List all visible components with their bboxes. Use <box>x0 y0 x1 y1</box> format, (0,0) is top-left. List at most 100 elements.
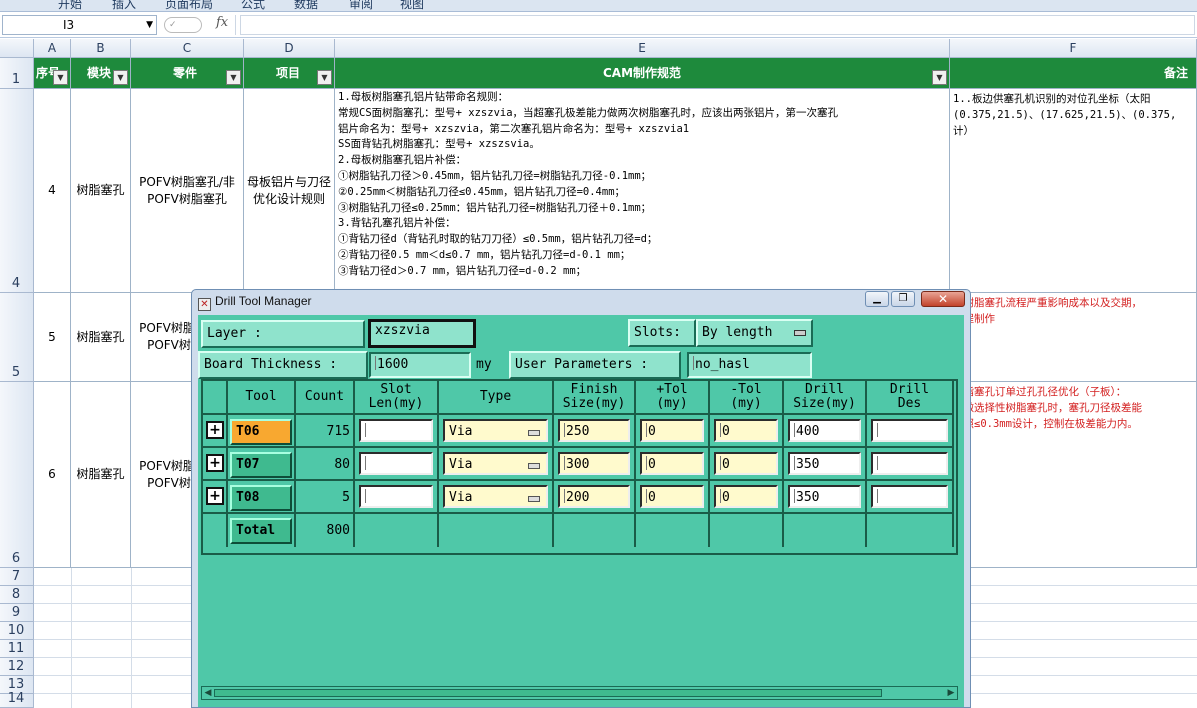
scrollbar-thumb[interactable] <box>214 689 882 697</box>
total-label: Total <box>230 518 292 544</box>
cell-part[interactable]: POFV树脂塞孔/非POFV树脂塞孔 <box>131 89 244 293</box>
ribbon-tab-data[interactable]: 数据 <box>294 0 318 11</box>
insert-function-icon[interactable]: fx <box>216 15 228 30</box>
finish-size-cell: 250 <box>554 415 636 448</box>
header-cell-item[interactable]: 项目 ▼ <box>244 58 335 89</box>
finish-size-input[interactable]: 200 <box>558 485 630 508</box>
cell-module[interactable]: 树脂塞孔 <box>71 89 131 293</box>
plus-tol-input[interactable]: 0 <box>640 419 704 442</box>
column-header-b[interactable]: B <box>71 39 131 58</box>
scroll-right-icon[interactable]: ▶ <box>945 687 957 699</box>
filter-dropdown-icon[interactable]: ▼ <box>53 70 68 85</box>
plus-tol-input[interactable]: 0 <box>640 485 704 508</box>
expand-icon[interactable]: + <box>206 421 224 439</box>
formula-input[interactable] <box>240 15 1195 35</box>
header-cell-cam-spec[interactable]: CAM制作规范 ▼ <box>335 58 950 89</box>
drill-des-input[interactable] <box>871 485 948 508</box>
column-header-d[interactable]: D <box>244 39 335 58</box>
name-box[interactable]: I3 ▼ <box>2 15 157 35</box>
dialog-title: ✕ Drill Tool Manager <box>198 294 312 311</box>
filter-dropdown-icon[interactable]: ▼ <box>113 70 128 85</box>
type-select[interactable]: Via <box>443 485 548 508</box>
minimize-button[interactable]: ▁ <box>865 291 889 307</box>
drill-size-input[interactable]: 400 <box>788 419 861 442</box>
column-header-f[interactable]: F <box>950 39 1197 58</box>
row-header[interactable]: 11 <box>0 640 34 658</box>
drill-size-input[interactable]: 350 <box>788 485 861 508</box>
cell-remark[interactable]: 次树脂塞孔流程严重影响成本以及交期， 流程制作 <box>950 293 1197 382</box>
scroll-left-icon[interactable]: ◀ <box>202 687 214 699</box>
filter-dropdown-icon[interactable]: ▼ <box>226 70 241 85</box>
filter-dropdown-icon[interactable]: ▼ <box>932 70 947 85</box>
column-header-c[interactable]: C <box>131 39 244 58</box>
board-thickness-input[interactable]: 1600 <box>369 352 471 378</box>
finish-size-input[interactable]: 300 <box>558 452 630 475</box>
slot-len-input[interactable] <box>359 485 433 508</box>
drill-size-input[interactable]: 350 <box>788 452 861 475</box>
row-header[interactable]: 8 <box>0 586 34 604</box>
row-header[interactable]: 6 <box>0 382 34 568</box>
minus-tol-input[interactable]: 0 <box>714 452 778 475</box>
filter-dropdown-icon[interactable]: ▼ <box>317 70 332 85</box>
finish-size-input[interactable]: 250 <box>558 419 630 442</box>
cell-item[interactable]: 母板铝片与刀径优化设计规则 <box>244 89 335 293</box>
column-header-e[interactable]: E <box>335 39 950 58</box>
ribbon-tab-view[interactable]: 视图 <box>400 0 424 11</box>
slot-len-input[interactable] <box>359 419 433 442</box>
row-header[interactable]: 4 <box>0 89 34 293</box>
row-header[interactable]: 12 <box>0 658 34 676</box>
drill-des-input[interactable] <box>871 452 948 475</box>
cell-remark[interactable]: 1..板边供塞孔机识别的对位孔坐标（太阳 (0.375,21.5)、(17.625… <box>950 89 1197 293</box>
header-cell-remark[interactable]: 备注 <box>950 58 1197 89</box>
layer-input[interactable]: xzszvia <box>368 319 476 348</box>
total-spacer <box>355 514 439 547</box>
row-header[interactable]: 10 <box>0 622 34 640</box>
slot-len-cell <box>355 448 439 481</box>
cell-remark[interactable]: 树脂塞孔订单过孔孔径优化（子板）： 版做选择性树脂塞孔时，塞孔刀径极差能 按照≤0.… <box>950 382 1197 568</box>
slots-label: Slots: <box>628 319 696 347</box>
cell-module[interactable]: 树脂塞孔 <box>71 293 131 382</box>
slot-len-input[interactable] <box>359 452 433 475</box>
ribbon-tab-page-layout[interactable]: 页面布局 <box>165 0 213 11</box>
maximize-button[interactable]: ❐ <box>891 291 915 307</box>
row-header[interactable]: 9 <box>0 604 34 622</box>
ribbon-tab-insert[interactable]: 插入 <box>112 0 136 11</box>
cell-seq[interactable]: 5 <box>34 293 71 382</box>
cell-seq[interactable]: 6 <box>34 382 71 568</box>
expand-icon[interactable]: + <box>206 487 224 505</box>
cell-module[interactable]: 树脂塞孔 <box>71 382 131 568</box>
column-header-a[interactable]: A <box>34 39 71 58</box>
minus-tol-input[interactable]: 0 <box>714 419 778 442</box>
tool-button[interactable]: T07 <box>230 452 292 478</box>
row-header[interactable]: 7 <box>0 568 34 586</box>
chevron-down-icon[interactable]: ▼ <box>146 16 153 34</box>
row-header[interactable]: 1 <box>0 58 34 89</box>
drill-des-input[interactable] <box>871 419 948 442</box>
header-cell-module[interactable]: 模块 ▼ <box>71 58 131 89</box>
minus-tol-input[interactable]: 0 <box>714 485 778 508</box>
tool-button[interactable]: T06 <box>230 419 292 445</box>
row-header[interactable]: 14 <box>0 691 34 708</box>
plus-tol-input[interactable]: 0 <box>640 452 704 475</box>
expand-icon[interactable]: + <box>206 454 224 472</box>
cancel-enter-icon[interactable]: ✓ <box>164 17 202 33</box>
type-select[interactable]: Via <box>443 452 548 475</box>
header-cell-part[interactable]: 零件 ▼ <box>131 58 244 89</box>
row-header[interactable]: 5 <box>0 293 34 382</box>
select-all-corner[interactable] <box>0 39 34 58</box>
cell-cam-spec[interactable]: 1.母板树脂塞孔铝片钻带命名规则： 常规CS面树脂塞孔：型号+ xzszvia，当… <box>335 89 950 293</box>
header-cell-seq[interactable]: 序号 ▼ <box>34 58 71 89</box>
ribbon-tab-home[interactable]: 开始 <box>58 0 82 11</box>
horizontal-scrollbar[interactable]: ◀ ▶ <box>201 686 958 700</box>
user-parameters-input[interactable]: no_hasl <box>687 352 812 378</box>
dialog-body: Layer : xzszvia Slots: By length Board T… <box>198 315 964 707</box>
name-box-value: I3 <box>63 18 75 32</box>
cell-seq[interactable]: 4 <box>34 89 71 293</box>
type-select[interactable]: Via <box>443 419 548 442</box>
slots-select[interactable]: By length <box>696 319 813 347</box>
tool-button[interactable]: T08 <box>230 485 292 511</box>
ribbon-tab-review[interactable]: 审阅 <box>349 0 373 11</box>
ribbon-tab-formulas[interactable]: 公式 <box>241 0 265 11</box>
dropdown-icon <box>528 463 540 469</box>
close-button[interactable]: ✕ <box>921 291 965 307</box>
